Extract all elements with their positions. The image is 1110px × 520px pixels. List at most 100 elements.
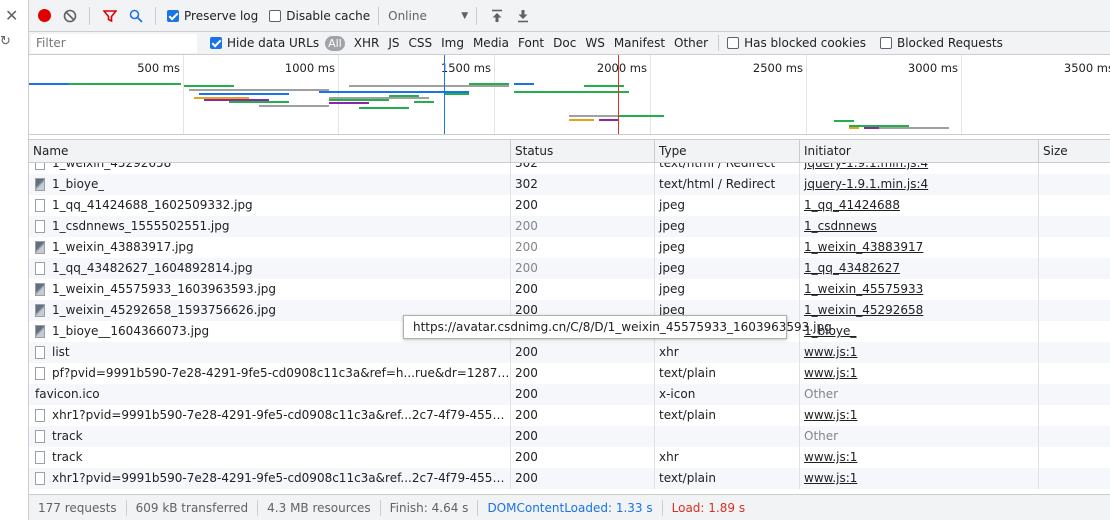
cell-initiator[interactable]: 1_weixin_45292658 bbox=[800, 300, 1039, 321]
blocked-cookies-checkbox[interactable]: Has blocked cookies bbox=[727, 36, 866, 50]
hide-data-urls-checkbox[interactable]: Hide data URLs bbox=[210, 36, 319, 50]
table-row[interactable]: pf?pvid=9991b590-7e28-4291-9fe5-cd0908c1… bbox=[29, 363, 1110, 384]
cell-initiator[interactable]: jquery-1.9.1.min.js:4 bbox=[800, 174, 1039, 195]
resources-size: 4.3 MB resources bbox=[258, 499, 381, 516]
cell-initiator[interactable]: www.js:1 bbox=[800, 405, 1039, 426]
table-row[interactable]: 1_csdnnews_1555502551.jpg 200 jpeg 1_csdnne… bbox=[29, 216, 1110, 237]
cell-initiator[interactable]: 1_weixin_45575933 bbox=[800, 279, 1039, 300]
cell-initiator[interactable]: 1_weixin_43883917 bbox=[800, 237, 1039, 258]
table-row[interactable]: track 200 xhr www.js:1 bbox=[29, 447, 1110, 468]
network-toolbar: Preserve log Disable cache Online ▼ bbox=[29, 0, 1110, 32]
record-button[interactable] bbox=[33, 5, 55, 27]
import-har-button[interactable] bbox=[486, 5, 508, 27]
filter-all-button[interactable]: All bbox=[325, 35, 345, 51]
filter-type-js[interactable]: JS bbox=[388, 36, 399, 50]
cell-initiator[interactable]: 1_qq_41424688 bbox=[800, 195, 1039, 216]
timeline-request-bar bbox=[444, 93, 469, 95]
column-header-size[interactable]: Size bbox=[1039, 140, 1110, 162]
timeline-request-bar bbox=[864, 127, 879, 129]
clear-button[interactable] bbox=[59, 5, 81, 27]
cell-initiator[interactable]: 1_csdnnews bbox=[800, 216, 1039, 237]
timeline-gridline bbox=[183, 55, 184, 134]
request-count: 177 requests bbox=[29, 499, 127, 516]
filter-type-manifest[interactable]: Manifest bbox=[614, 36, 665, 50]
cell-size bbox=[1039, 195, 1110, 216]
table-row[interactable]: 1_qq_41424688_1602509332.jpg 200 jpeg 1_qq_… bbox=[29, 195, 1110, 216]
cell-initiator[interactable]: 1_qq_43482627 bbox=[800, 258, 1039, 279]
timeline-tick-label: 1500 ms bbox=[440, 61, 491, 75]
table-row[interactable]: xhr1?pvid=9991b590-7e28-4291-9fe5-cd0908… bbox=[29, 468, 1110, 489]
filter-type-img[interactable]: Img bbox=[441, 36, 464, 50]
timeline-overview[interactable]: 500 ms 1000 ms 1500 ms 2000 ms 2500 ms 3000 m… bbox=[29, 55, 1110, 135]
blocked-cookies-check[interactable] bbox=[727, 37, 740, 49]
filter-type-font[interactable]: Font bbox=[518, 36, 544, 50]
filter-type-doc[interactable]: Doc bbox=[553, 36, 576, 50]
file-icon bbox=[35, 262, 45, 275]
column-header-name[interactable]: Name bbox=[29, 140, 511, 162]
blocked-requests-check[interactable] bbox=[879, 37, 892, 49]
throttling-select[interactable]: Online ▼ bbox=[388, 9, 468, 23]
cell-name: 1_weixin_45575933_1603963593.jpg bbox=[29, 279, 511, 300]
reload-icon[interactable]: ↻ bbox=[0, 34, 11, 49]
cell-size bbox=[1039, 174, 1110, 195]
table-row[interactable]: 1_weixin_45292658 302 text/html / Redirect… bbox=[29, 163, 1110, 174]
request-name: list bbox=[52, 345, 70, 359]
timeline-request-bar bbox=[599, 119, 619, 121]
table-row[interactable]: 1_qq_43482627_1604892814.jpg 200 jpeg 1_qq_… bbox=[29, 258, 1110, 279]
search-button[interactable] bbox=[125, 5, 147, 27]
request-name: xhr1?pvid=9991b590-7e28-4291-9fe5-cd0908… bbox=[52, 408, 510, 422]
cell-initiator[interactable]: www.js:1 bbox=[800, 468, 1039, 489]
timeline-request-bar bbox=[514, 83, 534, 85]
table-row[interactable]: 1_weixin_43883917.jpg 200 jpeg 1_weixin_438… bbox=[29, 237, 1110, 258]
export-har-button[interactable] bbox=[512, 5, 534, 27]
preserve-log-check[interactable] bbox=[167, 9, 179, 22]
cell-type: jpeg bbox=[655, 258, 800, 279]
file-icon bbox=[35, 304, 45, 317]
filter-type-xhr[interactable]: XHR bbox=[354, 36, 380, 50]
table-row[interactable]: favicon.ico 200 x-icon Other bbox=[29, 384, 1110, 405]
table-row[interactable]: list 200 xhr www.js:1 bbox=[29, 342, 1110, 363]
filter-input[interactable] bbox=[31, 33, 197, 53]
table-row[interactable]: 1_bioye_ 302 text/html / Redirect jquery-1.… bbox=[29, 174, 1110, 195]
cell-size bbox=[1039, 163, 1110, 174]
table-row[interactable]: track 200 Other bbox=[29, 426, 1110, 447]
cell-initiator[interactable]: www.js:1 bbox=[800, 363, 1039, 384]
cell-initiator[interactable]: 1_bioye_ bbox=[800, 321, 1039, 342]
domcontentloaded-marker bbox=[444, 55, 445, 134]
filter-type-css[interactable]: CSS bbox=[408, 36, 432, 50]
column-header-status[interactable]: Status bbox=[511, 140, 655, 162]
filter-type-other[interactable]: Other bbox=[674, 36, 708, 50]
cell-initiator[interactable]: jquery-1.9.1.min.js:4 bbox=[800, 163, 1039, 174]
cell-status: 200 bbox=[511, 468, 655, 489]
timeline-request-bar bbox=[569, 115, 624, 117]
column-header-initiator[interactable]: Initiator bbox=[800, 140, 1039, 162]
toolbar-divider bbox=[476, 6, 478, 25]
close-icon[interactable]: ✕ bbox=[5, 6, 18, 25]
file-icon bbox=[35, 220, 45, 233]
file-icon bbox=[35, 178, 45, 191]
cell-status: 200 bbox=[511, 342, 655, 363]
request-name: 1_csdnnews_1555502551.jpg bbox=[52, 219, 230, 233]
request-name: track bbox=[52, 450, 83, 464]
filter-type-ws[interactable]: WS bbox=[585, 36, 604, 50]
filter-button[interactable] bbox=[99, 5, 121, 27]
cell-size bbox=[1039, 258, 1110, 279]
cell-name: favicon.ico bbox=[29, 384, 511, 405]
request-name: xhr1?pvid=9991b590-7e28-4291-9fe5-cd0908… bbox=[52, 471, 510, 485]
blocked-requests-checkbox[interactable]: Blocked Requests bbox=[879, 36, 1003, 50]
preserve-log-checkbox[interactable]: Preserve log bbox=[167, 9, 258, 23]
table-row[interactable]: xhr1?pvid=9991b590-7e28-4291-9fe5-cd0908… bbox=[29, 405, 1110, 426]
filter-type-media[interactable]: Media bbox=[473, 36, 509, 50]
column-header-type[interactable]: Type bbox=[655, 140, 800, 162]
disable-cache-checkbox[interactable]: Disable cache bbox=[269, 9, 370, 23]
resource-type-filters: XHR JS CSS Img Media Font Doc WS Manifest Other bbox=[345, 36, 708, 50]
transferred-size: 609 kB transferred bbox=[127, 499, 259, 516]
cell-initiator[interactable]: www.js:1 bbox=[800, 447, 1039, 468]
hide-data-urls-check[interactable] bbox=[210, 37, 222, 49]
cell-status: 200 bbox=[511, 405, 655, 426]
record-icon bbox=[37, 9, 51, 22]
disable-cache-check[interactable] bbox=[269, 9, 282, 22]
cell-initiator[interactable]: www.js:1 bbox=[800, 342, 1039, 363]
cell-status: 200 bbox=[511, 447, 655, 468]
table-row[interactable]: 1_weixin_45575933_1603963593.jpg 200 jpeg 1… bbox=[29, 279, 1110, 300]
